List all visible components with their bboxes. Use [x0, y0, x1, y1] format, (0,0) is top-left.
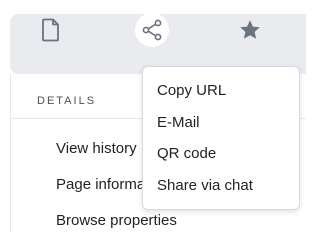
menu-item-qr-code[interactable]: QR code: [157, 145, 216, 162]
share-icon: [142, 19, 162, 41]
star-button[interactable]: [237, 17, 263, 43]
page-button[interactable]: [38, 17, 64, 43]
details-heading: DETAILS: [37, 95, 97, 107]
page-icon: [42, 18, 59, 42]
menu-item-share-via-chat[interactable]: Share via chat: [157, 177, 253, 194]
menu-item-email[interactable]: E-Mail: [157, 114, 200, 131]
page-information-link[interactable]: Page informa: [56, 176, 145, 193]
star-icon: [240, 20, 260, 39]
menu-item-copy-url[interactable]: Copy URL: [157, 82, 226, 99]
browse-properties-link[interactable]: Browse properties: [56, 212, 177, 229]
share-dropdown: Copy URL E-Mail QR code Share via chat: [142, 66, 300, 210]
view-history-link[interactable]: View history: [56, 140, 137, 157]
share-button[interactable]: [135, 13, 169, 47]
